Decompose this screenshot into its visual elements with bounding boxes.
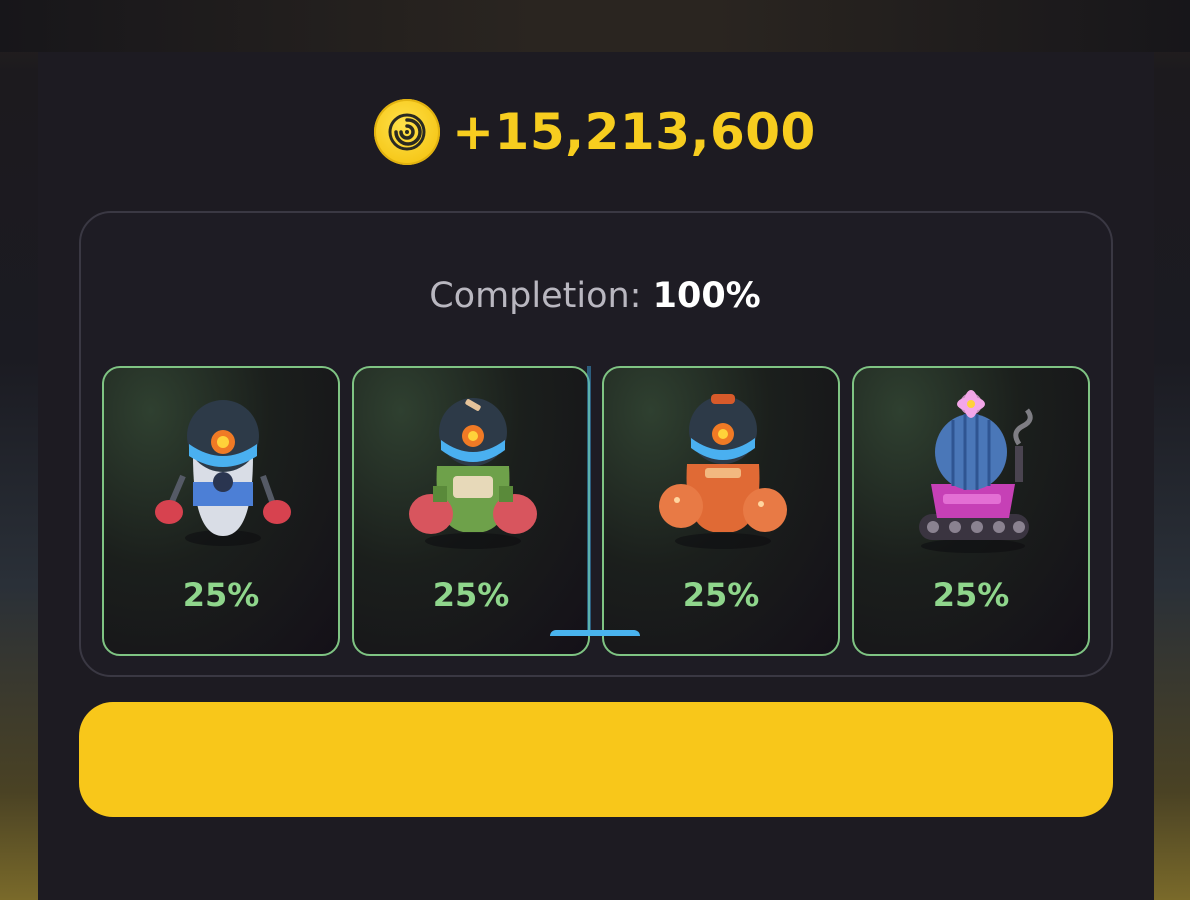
item-card-green-mech-robot[interactable]: 25% xyxy=(352,366,590,656)
item-percent: 25% xyxy=(432,576,510,614)
item-percent: 25% xyxy=(932,576,1010,614)
reward-row: +15,213,600 xyxy=(0,92,1190,172)
completion-label: Completion: xyxy=(429,276,642,316)
completion-value: 100% xyxy=(652,276,761,316)
scroll-indicator xyxy=(587,366,591,634)
scroll-indicator-glow xyxy=(550,630,640,636)
cactus-tank-robot-icon xyxy=(919,390,1033,553)
orange-mech-robot-icon xyxy=(659,394,787,549)
reward-amount: +15,213,600 xyxy=(452,103,816,161)
item-grid: 25% 25% 25% 25% xyxy=(102,366,1090,658)
item-card-orange-mech-robot[interactable]: 25% xyxy=(602,366,840,656)
item-card-blue-boxer-robot[interactable]: 25% xyxy=(102,366,340,656)
item-percent: 25% xyxy=(182,576,260,614)
blue-boxer-robot-icon xyxy=(155,400,291,546)
green-mech-robot-icon xyxy=(409,398,537,549)
item-card-cactus-tank-robot[interactable]: 25% xyxy=(852,366,1090,656)
top-bar xyxy=(0,0,1190,52)
completion-text: Completion: 100% xyxy=(0,276,1190,316)
claim-button[interactable] xyxy=(79,702,1113,817)
coin-icon xyxy=(374,99,441,165)
item-percent: 25% xyxy=(682,576,760,614)
